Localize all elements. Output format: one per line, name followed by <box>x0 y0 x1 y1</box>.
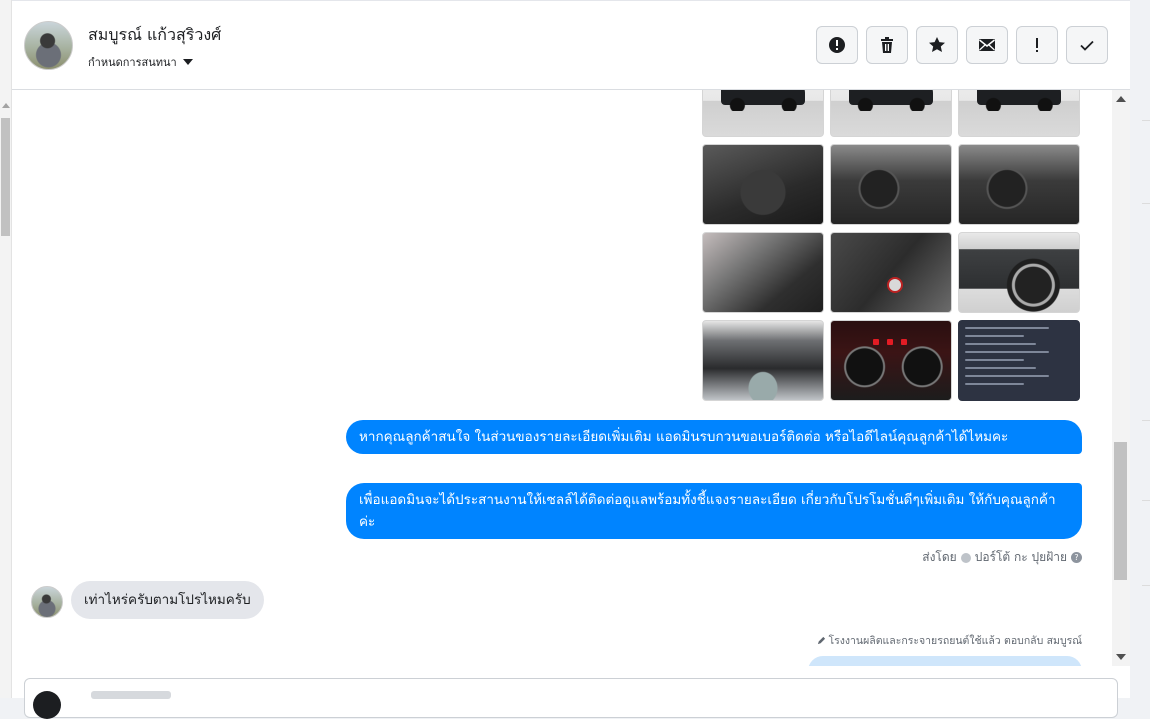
assign-conversation-dropdown[interactable]: กำหนดการสนทนา <box>88 53 193 71</box>
divider <box>1142 120 1150 121</box>
photo-attachment-spec[interactable] <box>958 320 1080 401</box>
spec-text-lines <box>965 327 1073 391</box>
photo-attachment-cabin[interactable] <box>830 144 952 225</box>
contact-avatar-small[interactable] <box>31 586 63 618</box>
agent-avatar-icon <box>960 552 971 563</box>
sent-by-info: ส่งโดย ปอร์โต้ กะ ปุยฝ้าย ? <box>922 548 1082 567</box>
star-button[interactable] <box>916 26 958 64</box>
right-panel-edge <box>1130 0 1150 698</box>
photo-attachment-dash[interactable] <box>830 320 952 401</box>
photo-attachment-cabin[interactable] <box>958 144 1080 225</box>
page-avatar <box>33 691 61 719</box>
photo-attachment-exterior[interactable] <box>958 90 1080 137</box>
caret-down-icon <box>182 59 193 65</box>
help-icon[interactable]: ? <box>1071 552 1082 563</box>
conversation-header: สมบูรณ์ แก้วสุริวงศ์ กำหนดการสนทนา <box>12 0 1130 90</box>
divider <box>1142 420 1150 421</box>
trash-icon <box>881 37 893 53</box>
conversation-toolbar <box>816 26 1108 64</box>
divider <box>1142 203 1150 204</box>
scroll-up-arrow-icon[interactable] <box>1116 96 1126 102</box>
assign-label: กำหนดการสนทนา <box>88 56 177 69</box>
contact-avatar[interactable] <box>24 21 73 70</box>
reply-note: โรงงานผลิตและกระจายรถยนต์ใช้แล้ว ตอบกลับ… <box>817 632 1083 649</box>
mark-done-button[interactable] <box>1066 26 1108 64</box>
outgoing-message[interactable]: เพื่อแอดมินจะได้ประสานงานให้เซลล์ได้ติดต… <box>346 483 1082 539</box>
divider <box>1142 585 1150 586</box>
photo-attachment-engine[interactable] <box>702 320 824 401</box>
left-panel-scrollbar[interactable] <box>0 0 12 698</box>
spam-button[interactable] <box>816 26 858 64</box>
scrollbar-thumb[interactable] <box>1 118 10 236</box>
check-icon <box>1080 40 1094 51</box>
scroll-up-arrow-icon[interactable] <box>2 103 10 108</box>
photo-attachment-exterior[interactable] <box>830 90 952 137</box>
message-thread[interactable]: หากคุณลูกค้าสนใจ ในส่วนของรายละเอียดเพิ่… <box>12 90 1112 666</box>
outgoing-message-partial[interactable] <box>808 656 1082 666</box>
photo-attachment-exterior[interactable] <box>702 90 824 137</box>
photo-attachment-grid <box>702 90 1080 401</box>
mark-unread-button[interactable] <box>966 26 1008 64</box>
star-icon <box>929 37 945 52</box>
envelope-icon <box>979 39 995 51</box>
alert-circle-icon <box>829 37 845 53</box>
inbox-window: สมบูรณ์ แก้วสุริวงศ์ กำหนดการสนทนา หากคุ… <box>0 0 1150 719</box>
exclamation-icon <box>1036 38 1038 52</box>
delete-button[interactable] <box>866 26 908 64</box>
sent-by-label: ส่งโดย <box>922 550 957 564</box>
incoming-message[interactable]: เท่าไหร่ครับตามโปรไหมครับ <box>71 581 264 619</box>
outgoing-message[interactable]: หากคุณลูกค้าสนใจ ในส่วนของรายละเอียดเพิ่… <box>346 420 1082 454</box>
message-composer[interactable] <box>24 678 1118 719</box>
sent-by-name: ปอร์โต้ กะ ปุยฝ้าย <box>974 550 1067 564</box>
scroll-down-arrow-icon[interactable] <box>1116 654 1126 660</box>
pencil-icon <box>817 636 825 645</box>
photo-attachment-door[interactable] <box>830 232 952 313</box>
follow-up-button[interactable] <box>1016 26 1058 64</box>
thread-scrollbar[interactable] <box>1112 90 1130 666</box>
contact-name[interactable]: สมบูรณ์ แก้วสุริวงศ์ <box>88 23 221 48</box>
photo-attachment-interior[interactable] <box>702 144 824 225</box>
reply-note-text: โรงงานผลิตและกระจายรถยนต์ใช้แล้ว ตอบกลับ… <box>828 635 1083 647</box>
divider <box>1142 500 1150 501</box>
scrollbar-thumb[interactable] <box>1114 442 1127 580</box>
photo-attachment-side[interactable] <box>958 232 1080 313</box>
photo-attachment-seat[interactable] <box>702 232 824 313</box>
